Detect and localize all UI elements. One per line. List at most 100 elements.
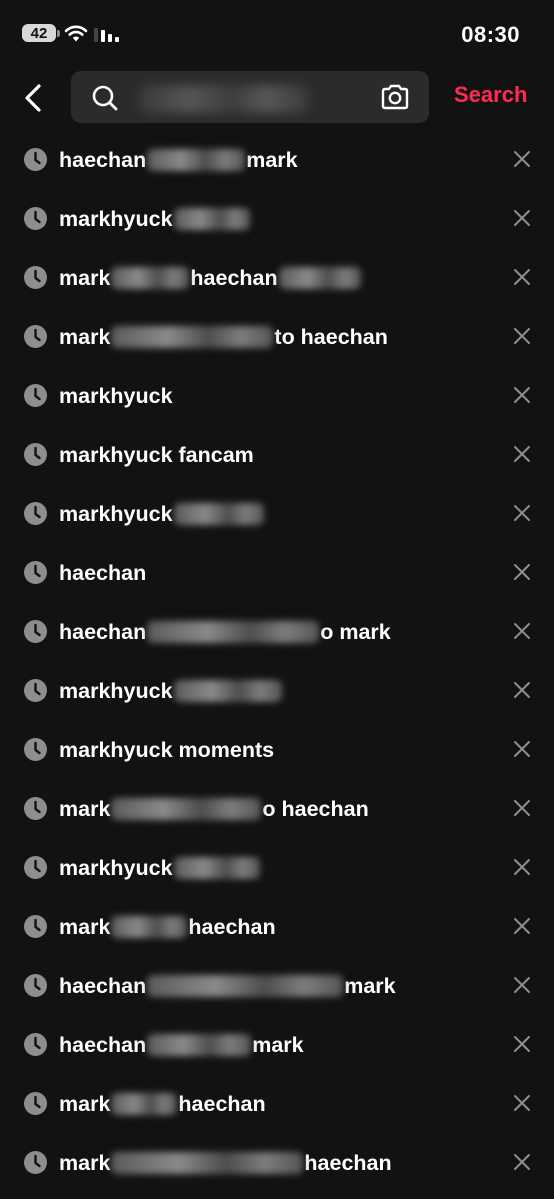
search-box[interactable] [71, 71, 429, 123]
close-icon[interactable] [512, 385, 532, 405]
redacted-text [147, 149, 246, 171]
history-item-label: haechan [59, 147, 147, 172]
history-item-label: haechan [59, 973, 147, 998]
history-item-label: haechan [178, 1091, 266, 1116]
close-icon[interactable] [512, 267, 532, 287]
clock-icon [24, 561, 47, 584]
history-item-text: haechan mark [59, 1031, 304, 1059]
history-item-label: mark [59, 1150, 111, 1175]
clock-icon [24, 738, 47, 761]
history-item[interactable]: haechan o mark [0, 602, 554, 661]
close-icon[interactable] [512, 208, 532, 228]
close-icon[interactable] [512, 1034, 532, 1054]
history-item-text: markhyuck [59, 500, 265, 528]
history-item[interactable]: markhyuck [0, 366, 554, 425]
history-item-label: markhyuck [59, 855, 173, 880]
history-item-label: markhyuck [59, 383, 173, 408]
history-item-label: mark [59, 265, 111, 290]
clock-icon [24, 1033, 47, 1056]
close-icon[interactable] [512, 1152, 532, 1172]
clock-icon [24, 207, 47, 230]
history-item[interactable]: mark haechan [0, 248, 554, 307]
history-item-text: mark haechan [59, 913, 276, 941]
history-item-label: haechan [190, 265, 278, 290]
history-item-label: to haechan [274, 324, 388, 349]
history-item-label: haechan [59, 1032, 147, 1057]
history-item-text: mark haechan [59, 1090, 266, 1118]
close-icon[interactable] [512, 680, 532, 700]
clock-icon [24, 148, 47, 171]
close-icon[interactable] [512, 798, 532, 818]
redacted-text [173, 680, 282, 702]
close-icon[interactable] [512, 444, 532, 464]
close-icon[interactable] [512, 975, 532, 995]
redacted-text [111, 1093, 178, 1115]
close-icon[interactable] [512, 916, 532, 936]
history-item-label: haechan [188, 914, 276, 939]
history-item[interactable]: mark haechan [0, 1074, 554, 1133]
history-item-label: mark [59, 1091, 111, 1116]
history-item[interactable]: mark o haechan [0, 779, 554, 838]
clock-icon [24, 443, 47, 466]
history-item[interactable]: mark to haechan [0, 307, 554, 366]
history-item[interactable]: haechan mark [0, 956, 554, 1015]
close-icon[interactable] [512, 1093, 532, 1113]
history-item-label: markhyuck fancam [59, 442, 254, 467]
clock-icon [24, 1151, 47, 1174]
redacted-text [111, 916, 188, 938]
chevron-left-icon [25, 84, 41, 112]
history-item-text: mark haechan [59, 1149, 392, 1177]
clock-icon [24, 1092, 47, 1115]
search-button[interactable]: Search [454, 82, 527, 108]
camera-icon[interactable] [380, 84, 410, 110]
clock-icon [24, 915, 47, 938]
close-icon[interactable] [512, 857, 532, 877]
close-icon[interactable] [512, 621, 532, 641]
history-item-text: markhyuck [59, 854, 261, 882]
history-item-label: mark [246, 147, 298, 172]
history-item[interactable]: haechan [0, 543, 554, 602]
signal-icon [94, 28, 119, 42]
clock-icon [24, 974, 47, 997]
history-item[interactable]: markhyuck [0, 838, 554, 897]
search-header: Search [0, 70, 554, 126]
close-icon[interactable] [512, 739, 532, 759]
history-item-label: markhyuck [59, 678, 173, 703]
history-item-label: o haechan [262, 796, 369, 821]
history-item-label: markhyuck moments [59, 737, 275, 762]
history-item[interactable]: mark haechan [0, 1133, 554, 1192]
clock-icon [24, 856, 47, 879]
clock-icon [24, 384, 47, 407]
history-item-text: haechan mark [59, 146, 298, 174]
history-item[interactable]: markhyuck [0, 484, 554, 543]
history-item-label: haechan [59, 560, 147, 585]
history-item[interactable]: markhyuck fancam [0, 425, 554, 484]
history-item-label: markhyuck [59, 501, 173, 526]
redacted-text [278, 267, 361, 289]
history-item-label: mark [344, 973, 396, 998]
battery-indicator: 42 [22, 24, 60, 42]
redacted-text [147, 1034, 252, 1056]
wifi-icon [64, 25, 88, 42]
clock-icon [24, 325, 47, 348]
history-item-text: haechan o mark [59, 618, 391, 646]
history-item[interactable]: markhyuck moments [0, 720, 554, 779]
history-item[interactable]: mark haechan [0, 897, 554, 956]
clock-time: 08:30 [461, 22, 520, 47]
history-item[interactable]: markhyuck [0, 661, 554, 720]
close-icon[interactable] [512, 562, 532, 582]
history-item[interactable]: markhyuck [0, 189, 554, 248]
history-item-text: markhyuck [59, 205, 251, 233]
clock-icon [24, 679, 47, 702]
history-item-text: mark haechan [59, 264, 362, 292]
close-icon[interactable] [512, 149, 532, 169]
close-icon[interactable] [512, 503, 532, 523]
search-history-list: haechan mark markhyuck mark haechan mark to ha… [0, 130, 554, 1192]
back-button[interactable] [18, 80, 48, 116]
history-item-label: haechan [304, 1150, 392, 1175]
clock-icon [24, 797, 47, 820]
close-icon[interactable] [512, 326, 532, 346]
redacted-text [111, 1152, 304, 1174]
history-item[interactable]: haechan mark [0, 1015, 554, 1074]
history-item[interactable]: haechan mark [0, 130, 554, 189]
